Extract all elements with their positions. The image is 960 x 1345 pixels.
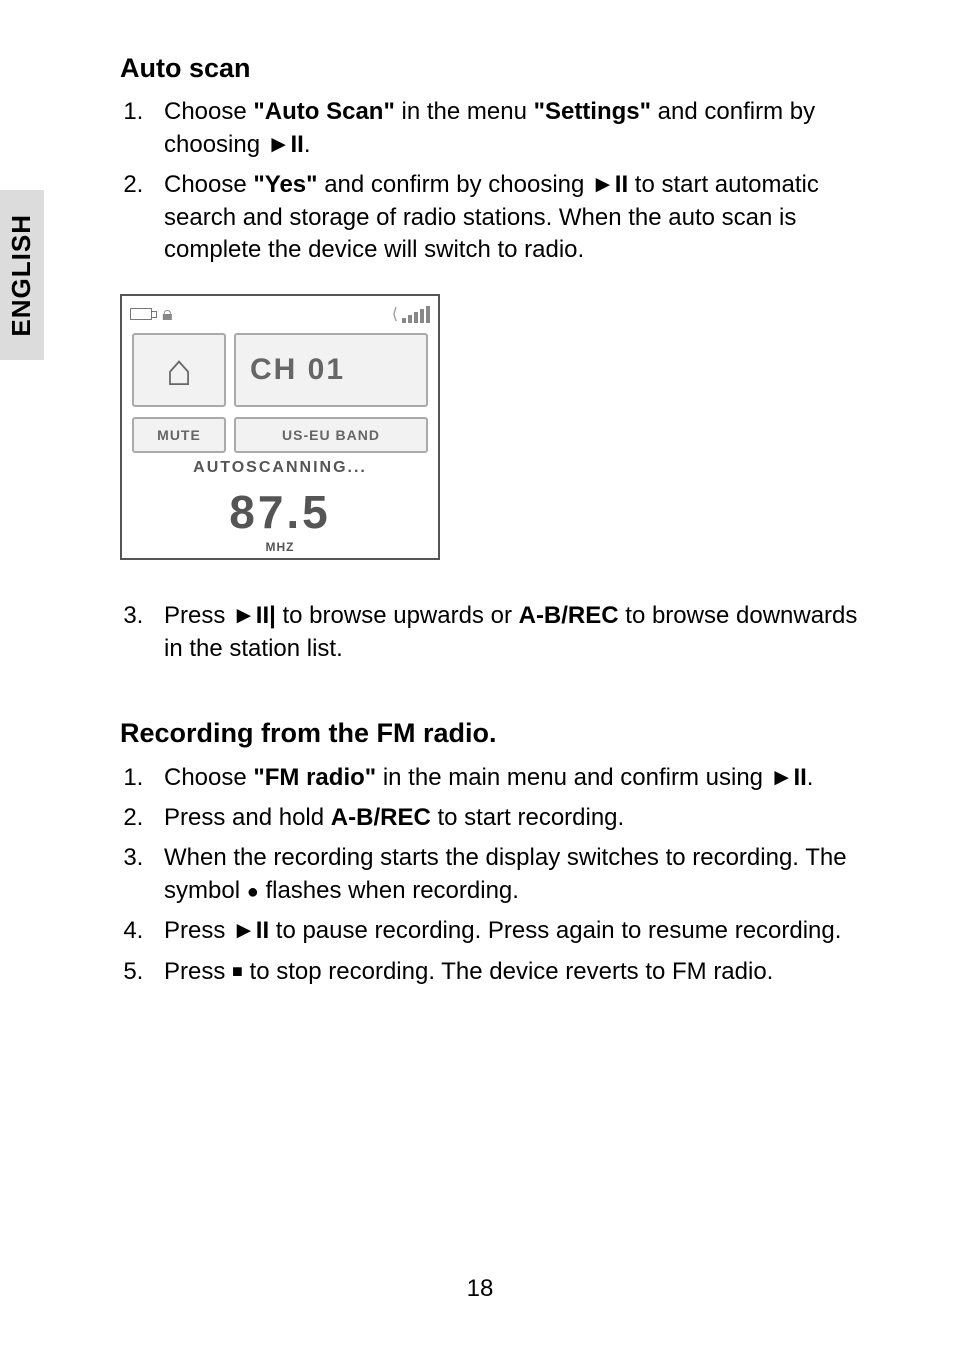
autoscanning-label: AUTOSCANNING... bbox=[134, 457, 426, 479]
lock-icon: 🔒︎ bbox=[162, 304, 173, 324]
list-item: Press and hold A-B/REC to start recordin… bbox=[150, 802, 870, 834]
play-pause-bar-icon: ►II| bbox=[232, 602, 276, 629]
play-pause-icon: ►II bbox=[232, 917, 269, 944]
recording-heading: Recording from the FM radio. bbox=[120, 715, 870, 751]
usb-icon bbox=[130, 308, 152, 320]
play-pause-icon: ►II bbox=[591, 171, 628, 198]
stop-icon: ■ bbox=[232, 961, 243, 981]
chevron-left-icon: ⟨ bbox=[392, 304, 398, 326]
recording-steps: Choose "FM radio" in the main menu and c… bbox=[120, 762, 870, 988]
list-item: Choose "Yes" and confirm by choosing ►II… bbox=[150, 169, 870, 266]
home-button: ⌂ bbox=[132, 333, 226, 407]
list-item: Choose "FM radio" in the main menu and c… bbox=[150, 762, 870, 794]
record-dot-icon: ● bbox=[247, 881, 259, 903]
language-tab-label: ENGLISH bbox=[4, 214, 39, 337]
signal-icon bbox=[402, 306, 430, 323]
auto-scan-steps: Choose "Auto Scan" in the menu "Settings… bbox=[120, 96, 870, 266]
frequency-unit: MHZ bbox=[122, 539, 438, 555]
list-item: Choose "Auto Scan" in the menu "Settings… bbox=[150, 96, 870, 161]
auto-scan-heading: Auto scan bbox=[120, 50, 870, 86]
channel-label: CH 01 bbox=[234, 333, 428, 407]
page-content: Auto scan Choose "Auto Scan" in the menu… bbox=[120, 0, 870, 988]
auto-scan-steps-cont: Press ►II| to browse upwards or A-B/REC … bbox=[120, 600, 870, 665]
band-button: US-EU BAND bbox=[234, 417, 428, 453]
list-item: Press ■ to stop recording. The device re… bbox=[150, 956, 870, 988]
device-screenshot: 🔒︎ ⟨ ⌂ CH 01 MUTE US-EU BAND AUTOSCANNIN… bbox=[120, 294, 440, 560]
frequency-value: 87.5 bbox=[229, 486, 331, 538]
list-item: Press ►II to pause recording. Press agai… bbox=[150, 915, 870, 947]
list-item: When the recording starts the display sw… bbox=[150, 842, 870, 907]
frequency-display: 87.5 MHZ bbox=[122, 481, 438, 555]
page-number: 18 bbox=[0, 1273, 960, 1305]
language-tab: ENGLISH bbox=[0, 190, 44, 360]
play-pause-icon: ►II bbox=[267, 131, 304, 158]
mute-button: MUTE bbox=[132, 417, 226, 453]
play-pause-icon: ►II bbox=[770, 764, 807, 791]
device-status-bar: 🔒︎ ⟨ bbox=[122, 296, 438, 327]
list-item: Press ►II| to browse upwards or A-B/REC … bbox=[150, 600, 870, 665]
